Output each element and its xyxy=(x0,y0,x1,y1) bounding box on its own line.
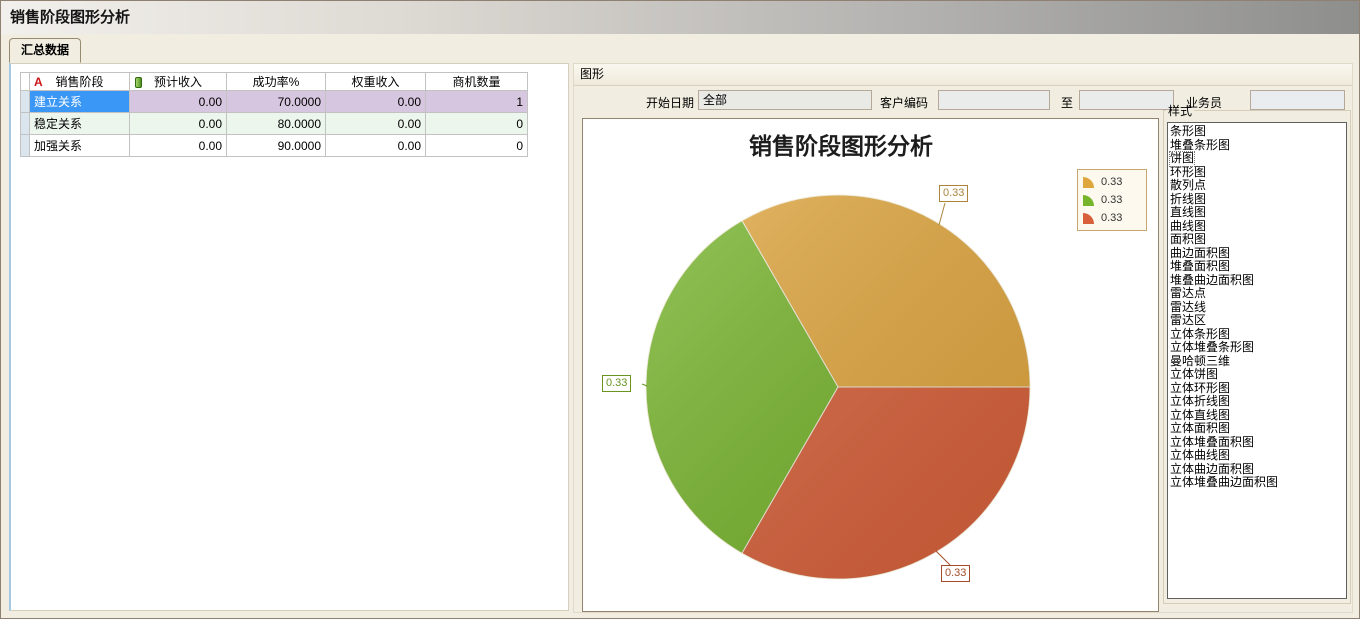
style-list-item-selected[interactable]: 饼图 xyxy=(1170,152,1194,166)
column-header-label: 预计收入 xyxy=(154,75,202,89)
style-list-item[interactable]: 直线图 xyxy=(1170,206,1346,220)
row-indicator xyxy=(21,91,30,113)
column-header-stage[interactable]: A 销售阶段 xyxy=(30,73,130,91)
graph-panel: 图形 开始日期 全部 客户编码 至 业务员 销售阶段图形分析 xyxy=(573,63,1353,613)
style-list-item[interactable]: 折线图 xyxy=(1170,193,1346,207)
row-indicator xyxy=(21,113,30,135)
to-label: 至 xyxy=(1061,94,1075,111)
style-list-item[interactable]: 立体堆叠曲边面积图 xyxy=(1170,476,1346,490)
style-list-item[interactable]: 立体折线图 xyxy=(1170,395,1346,409)
style-list-item[interactable]: 立体曲线图 xyxy=(1170,449,1346,463)
legend-value: 0.33 xyxy=(1101,212,1122,224)
table-row: 加强关系 0.00 90.0000 0.00 0 xyxy=(21,135,528,157)
style-list-item[interactable]: 立体面积图 xyxy=(1170,422,1346,436)
style-list-item[interactable]: 雷达线 xyxy=(1170,301,1346,315)
customer-code-to-input[interactable] xyxy=(1079,90,1174,110)
legend-wedge-icon xyxy=(1082,211,1097,225)
style-list-item[interactable]: 条形图 xyxy=(1170,125,1346,139)
cell-weighted[interactable]: 0.00 xyxy=(326,113,426,135)
legend-value: 0.33 xyxy=(1101,194,1122,206)
column-header-label: 销售阶段 xyxy=(55,75,103,89)
summary-table-panel: A 销售阶段 预计收入 成功率% 权重收入 商机数量 xyxy=(9,63,569,611)
start-date-input[interactable]: 全部 xyxy=(698,90,872,110)
row-indicator xyxy=(21,135,30,157)
cell-stage[interactable]: 稳定关系 xyxy=(30,113,130,135)
cell-success-rate[interactable]: 90.0000 xyxy=(227,135,326,157)
chart-style-listbox[interactable]: 条形图 堆叠条形图 饼图 环形图 散列点 折线图 直线图 曲线图 面积图 曲边面… xyxy=(1167,122,1347,599)
style-list-item[interactable]: 曲线图 xyxy=(1170,220,1346,234)
legend-wedge-icon xyxy=(1082,175,1097,189)
pie-chart xyxy=(583,119,1158,611)
row-indicator-header xyxy=(21,73,30,91)
column-header-expected[interactable]: 预计收入 xyxy=(130,73,227,91)
style-list-item[interactable]: 雷达区 xyxy=(1170,314,1346,328)
pie-label-bottom: 0.33 xyxy=(941,565,970,582)
table-row: 建立关系 0.00 70.0000 0.00 1 xyxy=(21,91,528,113)
pie-shading-overlay xyxy=(646,195,1030,579)
sort-a-icon: A xyxy=(34,75,43,89)
window-titlebar: 销售阶段图形分析 xyxy=(1,1,1359,35)
content-area: A 销售阶段 预计收入 成功率% 权重收入 商机数量 xyxy=(1,62,1359,618)
style-list-item[interactable]: 面积图 xyxy=(1170,233,1346,247)
style-list-item[interactable]: 立体直线图 xyxy=(1170,409,1346,423)
chart-area: 销售阶段图形分析 xyxy=(582,118,1159,612)
summary-table: A 销售阶段 预计收入 成功率% 权重收入 商机数量 xyxy=(20,72,528,157)
column-header-success-rate[interactable]: 成功率% xyxy=(227,73,326,91)
tab-summary-data[interactable]: 汇总数据 xyxy=(9,38,81,63)
legend-wedge-icon xyxy=(1082,193,1097,207)
cell-weighted[interactable]: 0.00 xyxy=(326,91,426,113)
cell-expected[interactable]: 0.00 xyxy=(130,135,227,157)
style-group-label: 样式 xyxy=(1166,102,1194,119)
style-list-item[interactable]: 曼哈顿三维 xyxy=(1170,355,1346,369)
start-date-label: 开始日期 xyxy=(614,94,694,111)
pie-label-top: 0.33 xyxy=(939,185,968,202)
cell-stage[interactable]: 加强关系 xyxy=(30,135,130,157)
cell-success-rate[interactable]: 70.0000 xyxy=(227,91,326,113)
style-list-item[interactable]: 环形图 xyxy=(1170,166,1346,180)
style-list-item[interactable]: 立体环形图 xyxy=(1170,382,1346,396)
style-list-item[interactable]: 堆叠条形图 xyxy=(1170,139,1346,153)
legend-item: 0.33 xyxy=(1082,193,1142,207)
column-header-weighted[interactable]: 权重收入 xyxy=(326,73,426,91)
style-list-item[interactable]: 立体堆叠条形图 xyxy=(1170,341,1346,355)
cell-count[interactable]: 1 xyxy=(426,91,528,113)
graph-panel-caption: 图形 xyxy=(574,64,1352,86)
style-list-item[interactable]: 立体饼图 xyxy=(1170,368,1346,382)
style-list-item[interactable]: 雷达点 xyxy=(1170,287,1346,301)
style-group: 样式 条形图 堆叠条形图 饼图 环形图 散列点 折线图 直线图 曲线图 面积图 … xyxy=(1163,102,1351,604)
callout-line-bottom xyxy=(936,551,950,565)
green-capsule-icon xyxy=(135,77,142,88)
style-list-item[interactable]: 立体条形图 xyxy=(1170,328,1346,342)
cell-success-rate[interactable]: 80.0000 xyxy=(227,113,326,135)
style-list-item[interactable]: 堆叠曲边面积图 xyxy=(1170,274,1346,288)
column-header-count[interactable]: 商机数量 xyxy=(426,73,528,91)
app-window: 销售阶段图形分析 汇总数据 A 销售阶段 预计收入 xyxy=(0,0,1360,619)
cell-stage-selected[interactable]: 建立关系 xyxy=(30,91,130,113)
table-header-row: A 销售阶段 预计收入 成功率% 权重收入 商机数量 xyxy=(21,73,528,91)
cell-expected[interactable]: 0.00 xyxy=(130,113,227,135)
customer-code-label: 客户编码 xyxy=(880,94,932,111)
table-row: 稳定关系 0.00 80.0000 0.00 0 xyxy=(21,113,528,135)
customer-code-input[interactable] xyxy=(938,90,1050,110)
callout-line-top xyxy=(939,203,945,225)
cell-weighted[interactable]: 0.00 xyxy=(326,135,426,157)
legend-item: 0.33 xyxy=(1082,211,1142,225)
pie-label-left: 0.33 xyxy=(602,375,631,392)
chart-legend: 0.33 0.33 0.33 xyxy=(1077,169,1147,231)
cell-count[interactable]: 0 xyxy=(426,113,528,135)
style-list-item[interactable]: 散列点 xyxy=(1170,179,1346,193)
style-list-item[interactable]: 立体曲边面积图 xyxy=(1170,463,1346,477)
legend-item: 0.33 xyxy=(1082,175,1142,189)
style-list-item[interactable]: 立体堆叠面积图 xyxy=(1170,436,1346,450)
legend-value: 0.33 xyxy=(1101,176,1122,188)
style-list-item[interactable]: 堆叠面积图 xyxy=(1170,260,1346,274)
style-list-item[interactable]: 曲边面积图 xyxy=(1170,247,1346,261)
cell-expected[interactable]: 0.00 xyxy=(130,91,227,113)
page-title: 销售阶段图形分析 xyxy=(1,1,130,34)
cell-count[interactable]: 0 xyxy=(426,135,528,157)
tab-strip: 汇总数据 xyxy=(1,34,1359,63)
